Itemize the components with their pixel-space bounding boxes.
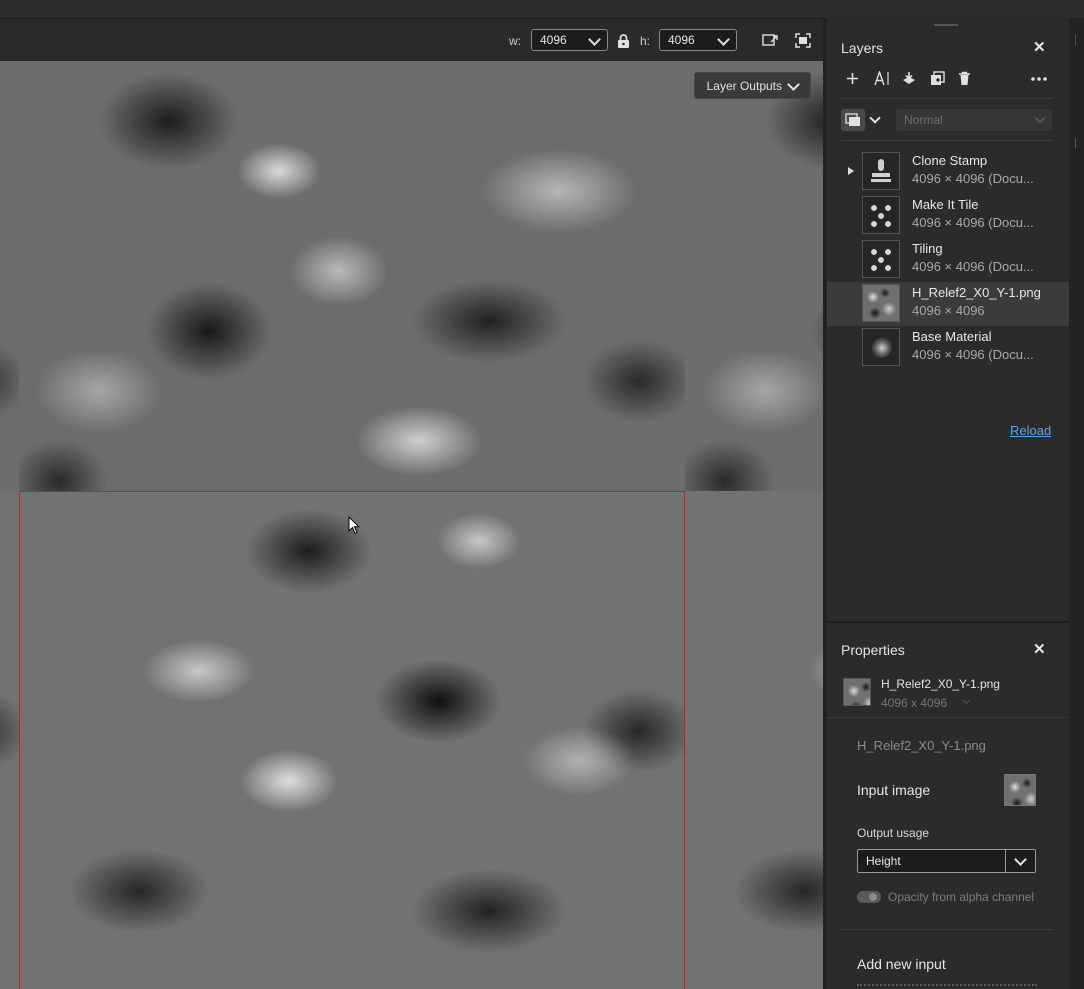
fit-screen-icon[interactable] — [795, 33, 811, 48]
chevron-down-icon[interactable] — [962, 696, 971, 705]
layer-outputs-button[interactable]: Layer Outputs — [693, 72, 811, 99]
layers-title: Layers — [841, 40, 884, 56]
layers-toolbar — [841, 68, 1053, 90]
edge-handle — [1075, 138, 1076, 148]
layer-mask-icon — [845, 113, 860, 126]
layer-outputs-label: Layer Outputs — [706, 78, 782, 93]
expand-triangle-icon[interactable] — [848, 167, 854, 175]
trash-icon[interactable] — [958, 71, 971, 86]
blend-mode-value: Normal — [904, 113, 943, 127]
drop-zone-border — [857, 984, 1037, 988]
close-icon[interactable]: ✕ — [1033, 640, 1046, 658]
layer-name: Tiling — [912, 241, 943, 256]
properties-thumbnail — [843, 678, 871, 706]
height-select[interactable]: 4096 — [659, 29, 737, 51]
window-expand-icon[interactable] — [762, 34, 779, 47]
text-layer-icon[interactable] — [874, 71, 890, 86]
output-usage-value: Height — [866, 854, 901, 868]
image-thumbnail — [862, 284, 900, 322]
edge-handle — [1075, 35, 1076, 45]
layer-row-make-it-tile[interactable]: Make It Tile 4096 × 4096 (Docu... — [827, 194, 1069, 238]
blend-mode-select[interactable]: Normal — [896, 109, 1052, 131]
chevron-down-icon — [717, 33, 730, 46]
chevron-down-icon — [1014, 853, 1027, 866]
chevron-down-icon — [588, 33, 601, 46]
layer-name: Clone Stamp — [912, 153, 988, 168]
select-divider — [1005, 850, 1006, 872]
width-select[interactable]: 4096 — [531, 29, 608, 51]
texture-tile — [0, 61, 19, 491]
divider — [841, 98, 1053, 99]
canvas-viewport[interactable]: Layer Outputs — [0, 61, 823, 989]
selected-tile-frame — [19, 491, 685, 989]
input-image-label: Input image — [857, 782, 931, 798]
right-edge-strip — [1069, 18, 1084, 989]
layer-row-tiling[interactable]: Tiling 4096 × 4096 (Docu... — [827, 238, 1069, 282]
properties-item-size: 4096 x 4096 — [881, 696, 948, 710]
properties-item-name: H_Relef2_X0_Y-1.png — [881, 677, 1000, 691]
opacity-alpha-label: Opacity from alpha channel — [888, 890, 1035, 904]
canvas-toolbar: w: 4096 h: 4096 — [0, 19, 823, 61]
layer-size: 4096 × 4096 (Docu... — [912, 259, 1034, 274]
opacity-alpha-toggle[interactable] — [857, 891, 881, 903]
lock-icon[interactable] — [617, 34, 630, 49]
divider — [841, 140, 1053, 141]
layer-name: Make It Tile — [912, 197, 979, 212]
layer-size: 4096 × 4096 (Docu... — [912, 171, 1034, 186]
layer-row-clone-stamp[interactable]: Clone Stamp 4096 × 4096 (Docu... — [827, 150, 1069, 194]
panel-splitter[interactable] — [826, 621, 1070, 623]
chevron-down-icon — [787, 78, 800, 91]
height-label: h: — [640, 34, 651, 48]
chevron-down-icon[interactable] — [869, 112, 881, 124]
add-new-input-label[interactable]: Add new input — [857, 956, 946, 972]
hex-grid-icon — [862, 240, 900, 278]
mouse-cursor-icon — [348, 516, 360, 535]
width-value: 4096 — [540, 33, 567, 47]
output-usage-label: Output usage — [857, 826, 930, 840]
layer-row-h-relef2[interactable]: H_Relef2_X0_Y-1.png 4096 × 4096 — [827, 282, 1069, 326]
input-image-thumbnail[interactable] — [1004, 774, 1036, 806]
width-label: w: — [509, 34, 521, 48]
layer-mask-button[interactable] — [841, 109, 865, 131]
divider — [841, 929, 1053, 930]
output-usage-select[interactable]: Height — [857, 849, 1036, 873]
layer-size: 4096 × 4096 — [912, 303, 985, 318]
layer-row-base-material[interactable]: Base Material 4096 × 4096 (Docu... — [827, 326, 1069, 370]
title-strip — [0, 0, 1084, 19]
duplicate-icon[interactable] — [930, 71, 945, 86]
texture-tile — [0, 491, 19, 989]
texture-tile — [685, 491, 823, 989]
hex-grid-icon — [862, 196, 900, 234]
properties-title: Properties — [841, 642, 905, 658]
texture-tile — [19, 61, 685, 491]
add-icon[interactable] — [846, 72, 859, 85]
panel-drag-handle[interactable] — [934, 24, 958, 26]
texture-tile — [685, 61, 823, 491]
layer-size: 4096 × 4096 (Docu... — [912, 215, 1034, 230]
layer-size: 4096 × 4096 (Docu... — [912, 347, 1034, 362]
layer-name: H_Relef2_X0_Y-1.png — [912, 285, 1041, 300]
close-icon[interactable]: ✕ — [1033, 38, 1046, 56]
layer-name: Base Material — [912, 329, 992, 344]
sphere-icon — [862, 328, 900, 366]
right-panel: Layers ✕ Normal Clone Stamp 4096 × 4096 … — [825, 18, 1070, 989]
file-name-label: H_Relef2_X0_Y-1.png — [857, 738, 986, 753]
divider — [826, 717, 1070, 718]
merge-down-icon[interactable] — [902, 71, 916, 86]
height-value: 4096 — [668, 33, 695, 47]
more-icon[interactable] — [1031, 77, 1047, 81]
reload-link[interactable]: Reload — [1010, 423, 1051, 438]
stamp-icon — [862, 152, 900, 190]
chevron-down-icon — [1034, 112, 1046, 124]
